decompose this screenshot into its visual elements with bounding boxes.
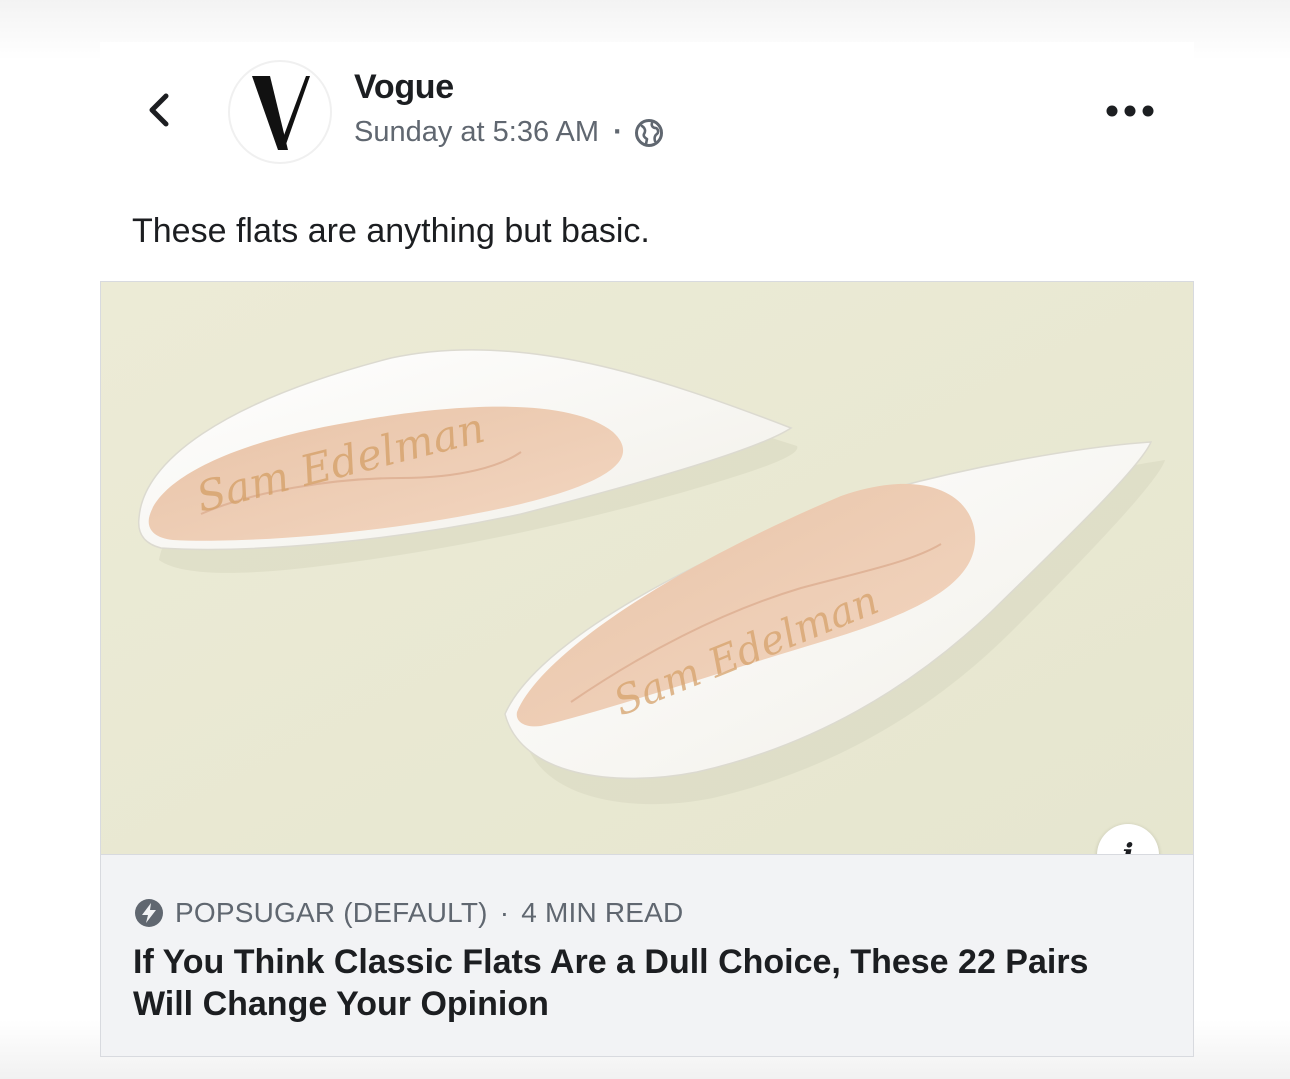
back-button[interactable] <box>140 90 176 130</box>
more-horizontal-icon <box>1106 105 1154 117</box>
shoes-image: Sam Edelman Sam Edelman <box>101 282 1193 854</box>
source-separator: · <box>499 897 510 928</box>
vogue-logo-icon <box>252 76 310 150</box>
page-name[interactable]: Vogue <box>354 68 454 107</box>
link-preview[interactable]: Sam Edelman Sam Edelman i POPSUGAR (DE <box>100 281 1194 1057</box>
post-meta: Sunday at 5:36 AM · <box>354 116 665 149</box>
post-text: These flats are anything but basic. <box>132 212 650 250</box>
link-source: POPSUGAR (DEFAULT) <box>175 897 488 928</box>
page-avatar[interactable] <box>228 60 332 164</box>
bolt-icon <box>135 899 163 927</box>
link-headline[interactable]: If You Think Classic Flats Are a Dull Ch… <box>133 941 1133 1025</box>
link-footer[interactable]: POPSUGAR (DEFAULT) · 4 MIN READ If You T… <box>101 854 1193 1056</box>
link-image[interactable]: Sam Edelman Sam Edelman <box>101 282 1193 854</box>
more-options-button[interactable] <box>1104 100 1156 122</box>
post-card: Vogue Sunday at 5:36 AM · These flats ar… <box>100 42 1194 1057</box>
chevron-left-icon <box>149 93 169 127</box>
meta-separator: · <box>613 116 623 148</box>
globe-icon <box>634 118 663 147</box>
link-source-line: POPSUGAR (DEFAULT) · 4 MIN READ <box>133 897 683 929</box>
link-read-time: 4 MIN READ <box>521 897 684 928</box>
post-timestamp[interactable]: Sunday at 5:36 AM <box>354 116 599 149</box>
